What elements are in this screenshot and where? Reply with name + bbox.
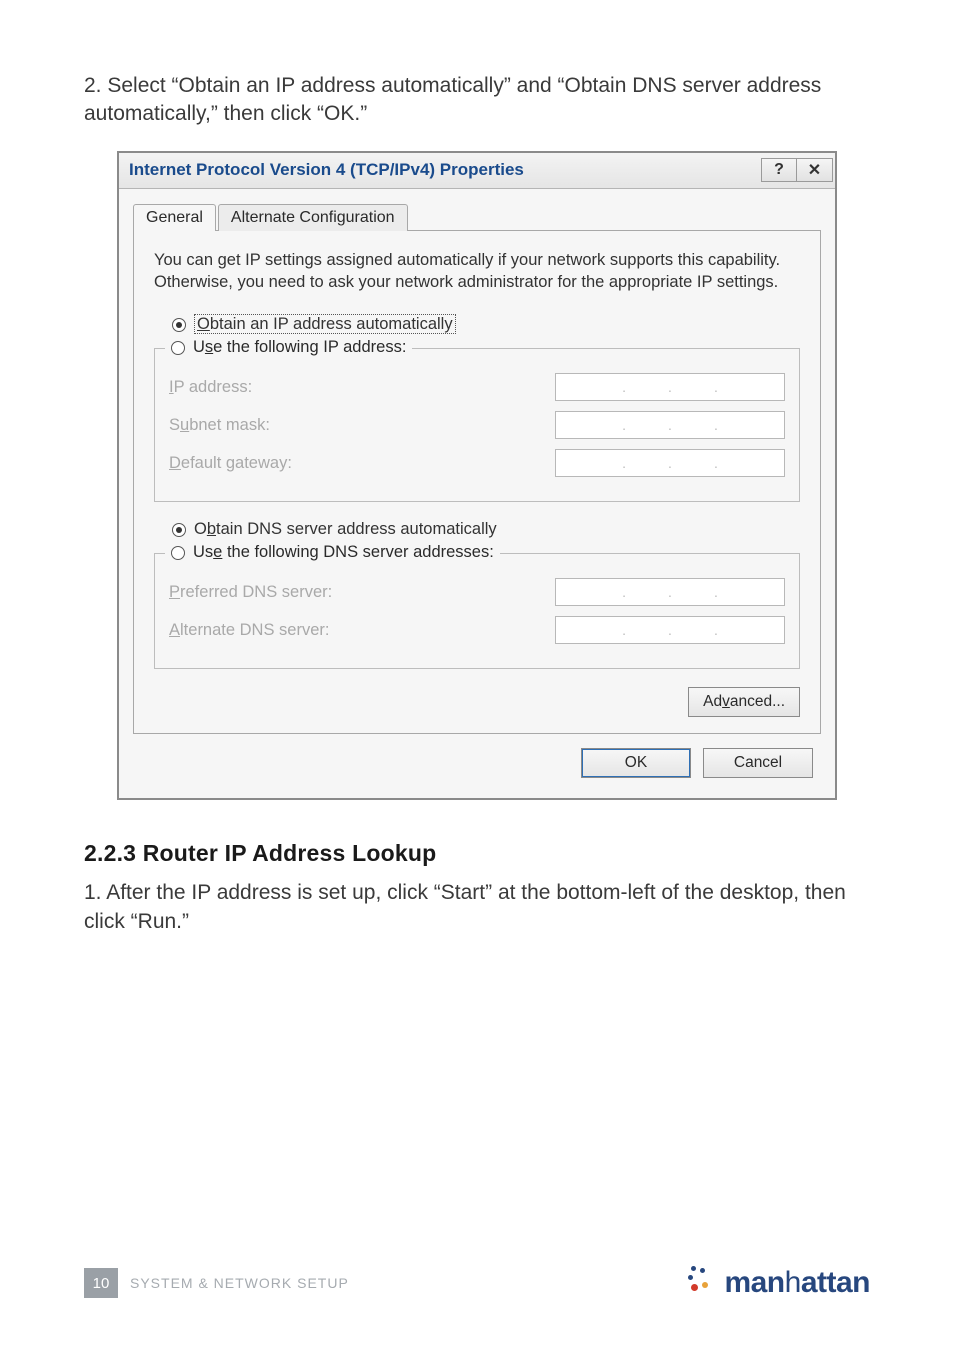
input-subnet-mask[interactable]: ... (555, 411, 785, 439)
label-default-gateway: Default gateway: (169, 454, 292, 473)
radio-obtain-dns-auto[interactable]: Obtain DNS server address automatically (172, 520, 800, 539)
group-use-dns: Use the following DNS server addresses: … (154, 553, 800, 669)
tab-general[interactable]: General (133, 204, 216, 231)
section-2-2-3-heading: 2.2.3 Router IP Address Lookup (84, 840, 870, 867)
input-ip-address[interactable]: ... (555, 373, 785, 401)
footer-caption: SYSTEM & NETWORK SETUP (130, 1275, 349, 1291)
label-ip-address: IP address: (169, 378, 252, 397)
advanced-button[interactable]: Advanced... (688, 687, 800, 717)
group-use-ip: Use the following IP address: IP address… (154, 348, 800, 502)
input-default-gateway[interactable]: ... (555, 449, 785, 477)
brand-logo: manhattan (688, 1266, 870, 1300)
radio-obtain-ip-label: btain an IP address automatically (210, 315, 453, 333)
radio-selected-icon (172, 318, 186, 332)
radio-unselected-icon (171, 341, 185, 355)
radio-use-following-dns[interactable]: Use the following DNS server addresses: (193, 543, 494, 562)
label-alternate-dns: Alternate DNS server: (169, 621, 329, 640)
radio-unselected-icon (171, 546, 185, 560)
help-button[interactable]: ? (761, 158, 797, 182)
input-alternate-dns[interactable]: ... (555, 616, 785, 644)
step-2-instruction: 2. Select “Obtain an IP address automati… (84, 72, 870, 129)
radio-selected-icon (172, 523, 186, 537)
info-text: You can get IP settings assigned automat… (154, 249, 800, 294)
tab-strip: General Alternate Configuration (133, 201, 821, 231)
brand-dots-icon (688, 1266, 718, 1292)
dialog-titlebar: Internet Protocol Version 4 (TCP/IPv4) P… (119, 153, 835, 189)
cancel-button[interactable]: Cancel (703, 748, 813, 778)
close-button[interactable]: ✕ (797, 158, 833, 182)
label-preferred-dns: Preferred DNS server: (169, 583, 332, 602)
ok-button[interactable]: OK (581, 748, 691, 778)
page-number-badge: 10 (84, 1268, 118, 1298)
label-subnet-mask: Subnet mask: (169, 416, 270, 435)
radio-obtain-ip-auto[interactable]: Obtain an IP address automatically (172, 315, 800, 334)
step-1-instruction: 1. After the IP address is set up, click… (84, 879, 870, 936)
radio-use-following-ip[interactable]: Use the following IP address: (193, 338, 406, 357)
page-footer: 10 SYSTEM & NETWORK SETUP manhattan (0, 1266, 954, 1300)
radio-obtain-dns-label: tain DNS server address automatically (216, 520, 497, 538)
dialog-title: Internet Protocol Version 4 (TCP/IPv4) P… (129, 160, 524, 180)
ipv4-properties-dialog: Internet Protocol Version 4 (TCP/IPv4) P… (117, 151, 837, 801)
input-preferred-dns[interactable]: ... (555, 578, 785, 606)
tab-alternate-configuration[interactable]: Alternate Configuration (218, 204, 408, 231)
brand-wordmark: manhattan (724, 1266, 870, 1300)
tab-panel-general: You can get IP settings assigned automat… (133, 231, 821, 735)
